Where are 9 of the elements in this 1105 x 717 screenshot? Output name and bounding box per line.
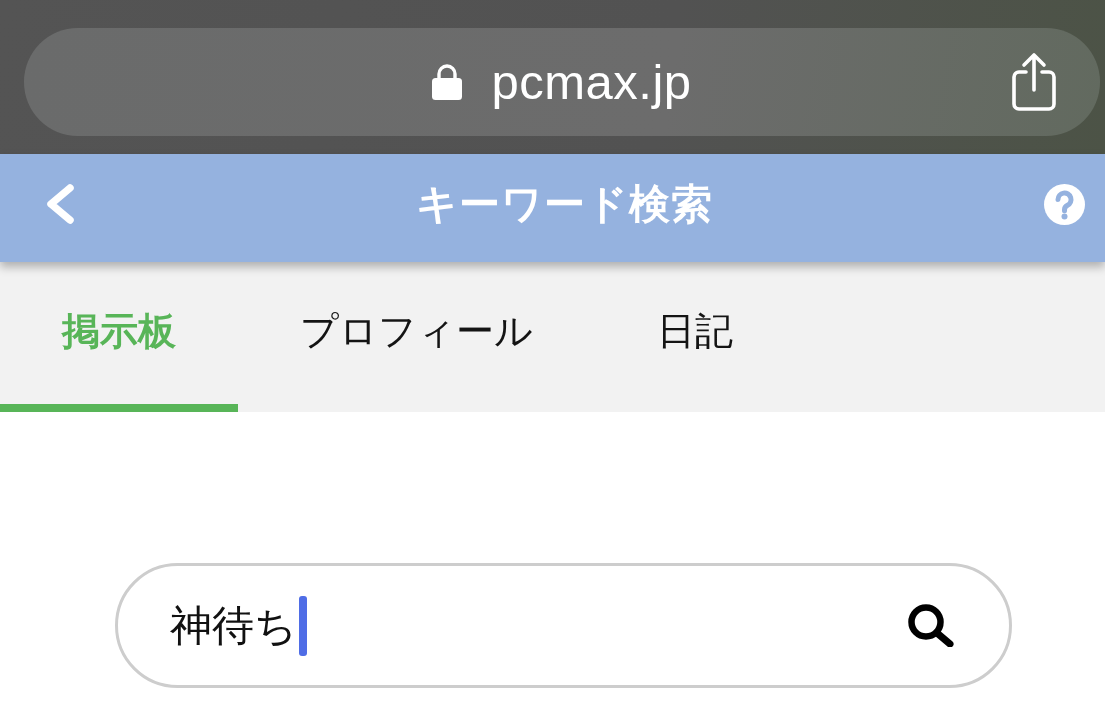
- address-bar[interactable]: pcmax.jp: [24, 28, 1100, 136]
- lock-icon: [432, 64, 463, 100]
- tab[interactable]: 日記: [595, 262, 795, 412]
- search-field[interactable]: 神待ち: [115, 563, 1012, 688]
- share-icon[interactable]: [1011, 52, 1057, 112]
- url-text: pcmax.jp: [491, 57, 692, 107]
- tab[interactable]: プロフィール: [238, 262, 595, 412]
- search-icon[interactable]: [908, 604, 955, 647]
- page-title: キーワード検索: [416, 183, 713, 225]
